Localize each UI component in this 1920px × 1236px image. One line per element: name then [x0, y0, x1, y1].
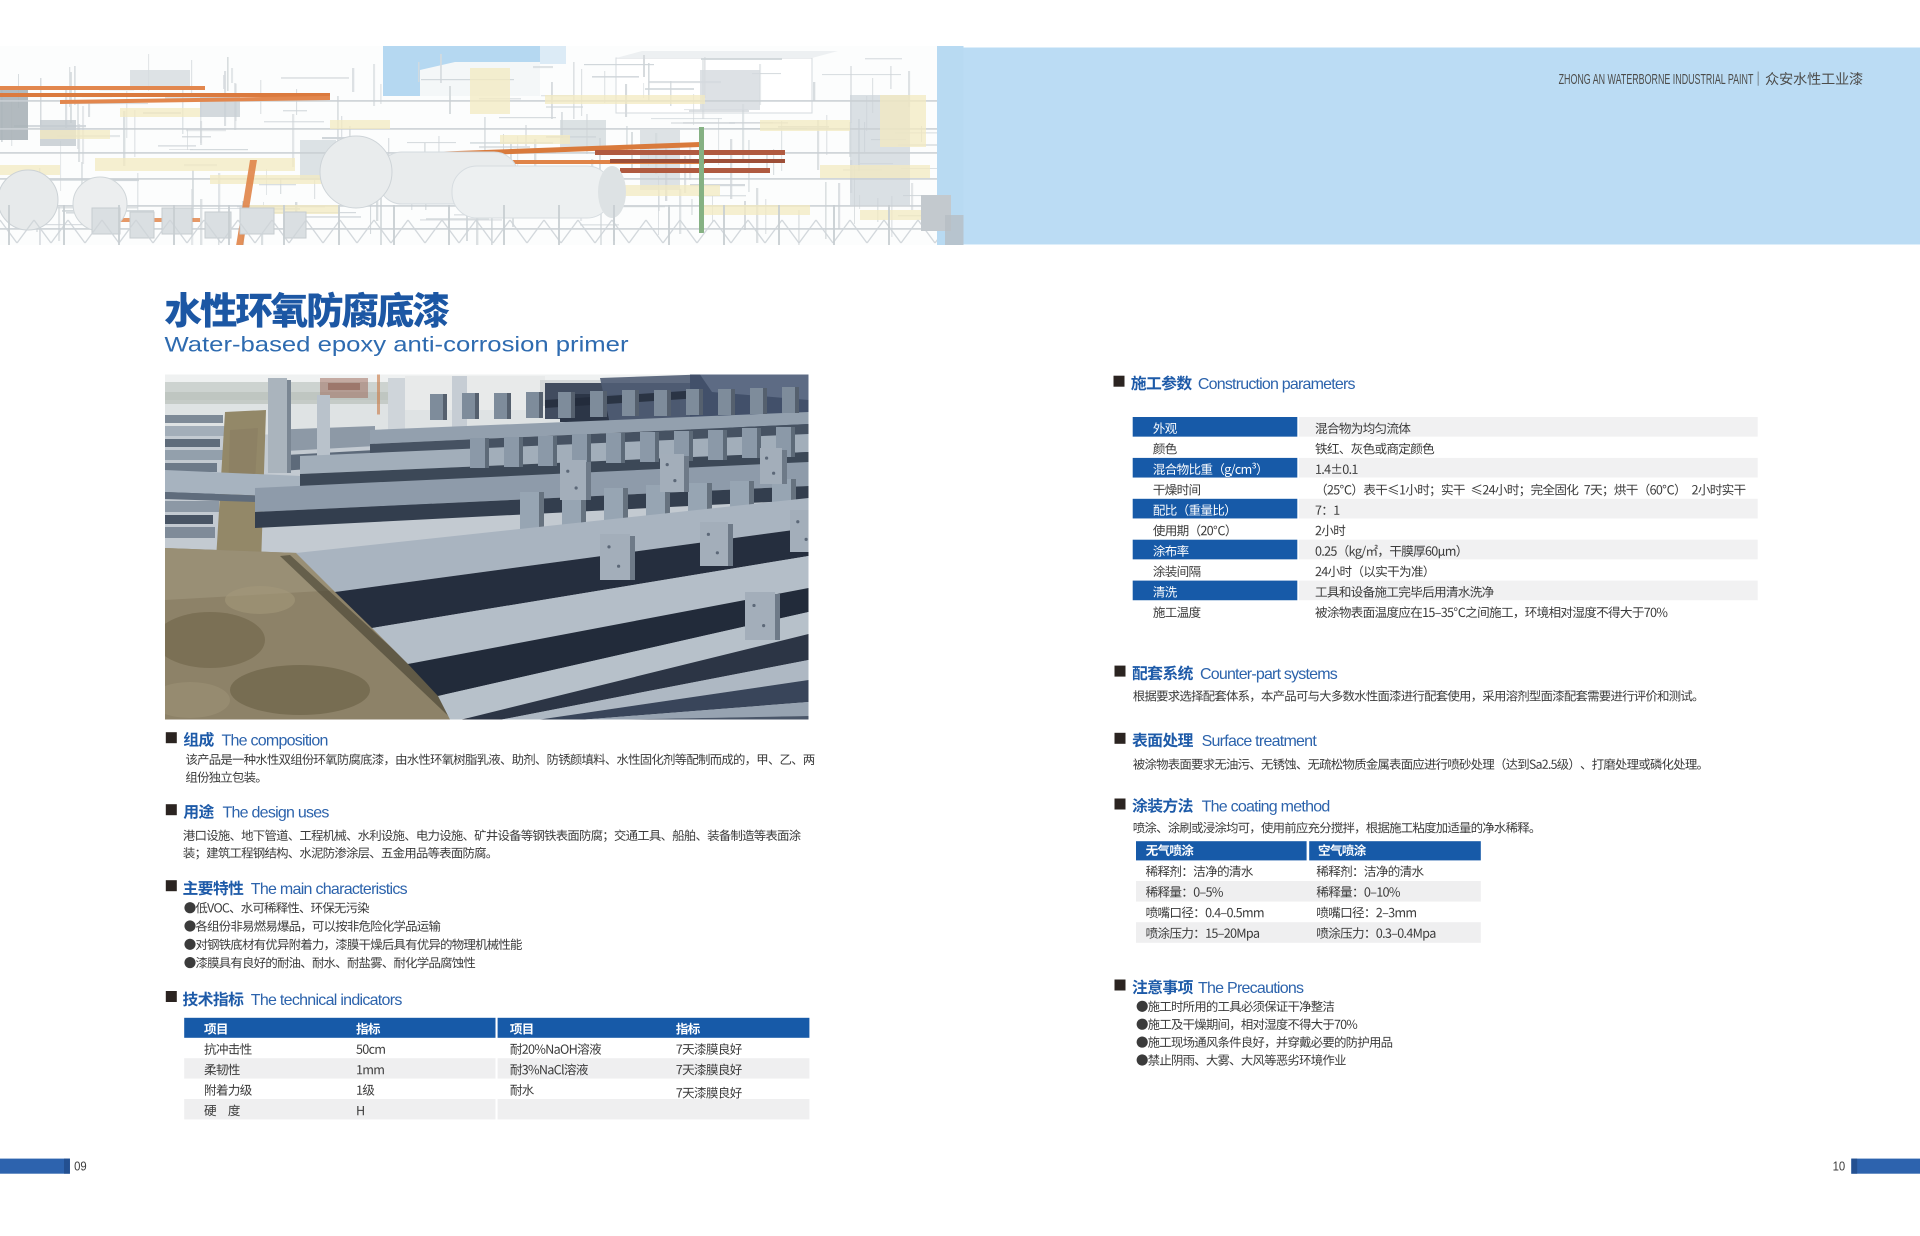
svg-text:The technical indicators: The technical indicators — [251, 992, 403, 1009]
svg-text:Construction parameters: Construction parameters — [1198, 376, 1356, 393]
svg-text:09: 09 — [74, 1159, 87, 1174]
svg-text:The Precautions: The Precautions — [1198, 980, 1304, 997]
svg-text:10: 10 — [1833, 1159, 1846, 1174]
svg-text:Water-based epoxy anti-corrosi: Water-based epoxy anti-corrosion primer — [165, 332, 629, 356]
svg-text:The design uses: The design uses — [223, 805, 330, 822]
svg-text:Surface treatment: Surface treatment — [1202, 733, 1318, 750]
svg-text:The coating method: The coating method — [1202, 799, 1330, 816]
svg-text:Counter-part systems: Counter-part systems — [1200, 666, 1338, 683]
svg-text:ZHONG AN WATERBORNE INDUSTRIAL: ZHONG AN WATERBORNE INDUSTRIAL PAINT — [1559, 72, 1754, 88]
svg-text:The main characteristics: The main characteristics — [251, 881, 408, 898]
svg-text:The composition: The composition — [222, 732, 328, 749]
